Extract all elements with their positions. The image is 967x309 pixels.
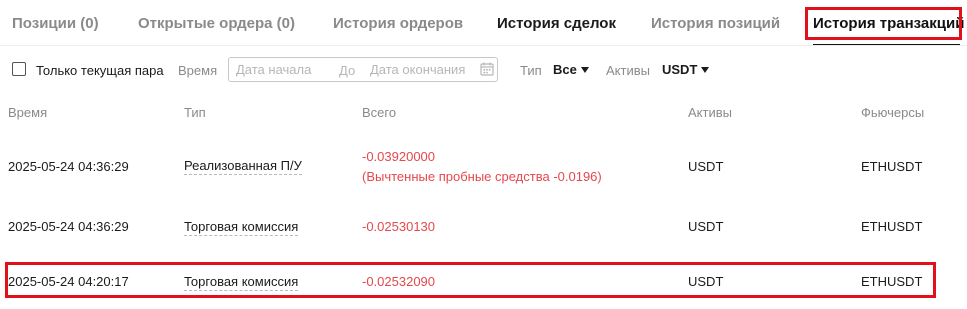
row-total-note: (Вычтенные пробные средства -0.0196) [362,169,602,184]
row-time: 2025-05-24 04:36:29 [8,159,129,174]
filter-bar: Только текущая пара Время До Тип Все Акт… [0,54,967,86]
row-total: -0.02532090 [362,274,436,289]
row-type[interactable]: Реализованная П/У [184,158,302,175]
row-time: 2025-05-24 04:36:29 [8,219,129,234]
tab-position-history[interactable]: История позиций [651,15,780,32]
time-label: Время [178,63,218,78]
caret-down-icon [701,67,710,73]
caret-down-icon [580,67,589,73]
assets-dropdown-value: USDT [662,62,698,77]
row-asset: USDT [688,219,724,234]
tab-bar: Позиции (0) Открытые ордера (0) История … [0,0,967,46]
row-asset: USDT [688,159,724,174]
tab-positions[interactable]: Позиции (0) [12,15,99,32]
end-date-input[interactable] [370,58,474,81]
row-type[interactable]: Торговая комиссия [184,274,299,291]
start-date-input[interactable] [236,58,336,81]
row-type[interactable]: Торговая комиссия [184,219,299,236]
assets-label: Активы [606,63,650,78]
type-dropdown[interactable]: Все [553,62,589,77]
tab-trade-history[interactable]: История сделок [497,15,616,32]
row-futures: ETHUSDT [861,159,923,174]
calendar-icon[interactable] [480,62,494,76]
row-total: -0.02530130 [362,219,436,234]
row-futures: ETHUSDT [861,274,923,289]
date-range-separator: До [339,63,356,78]
date-range-picker[interactable]: До [228,57,498,82]
assets-dropdown[interactable]: USDT [662,62,710,77]
row-total: -0.03920000 [362,149,436,164]
row-time: 2025-05-24 04:20:17 [8,274,129,289]
row-asset: USDT [688,274,724,289]
column-header-type: Тип [184,105,206,120]
current-pair-label: Только текущая пара [36,63,164,78]
row-futures: ETHUSDT [861,219,923,234]
highlight-box-row [5,262,936,298]
tab-divider [0,45,967,46]
column-header-total: Всего [362,105,397,120]
tab-open-orders[interactable]: Открытые ордера (0) [138,15,295,32]
type-label: Тип [520,63,542,78]
tab-transaction-history[interactable]: История транзакций [813,15,964,32]
column-header-futures: Фьючерсы [861,105,925,120]
tab-order-history[interactable]: История ордеров [333,15,463,32]
column-header-assets: Активы [688,105,732,120]
current-pair-checkbox[interactable] [12,62,26,76]
type-dropdown-value: Все [553,62,577,77]
column-header-time: Время [8,105,48,120]
